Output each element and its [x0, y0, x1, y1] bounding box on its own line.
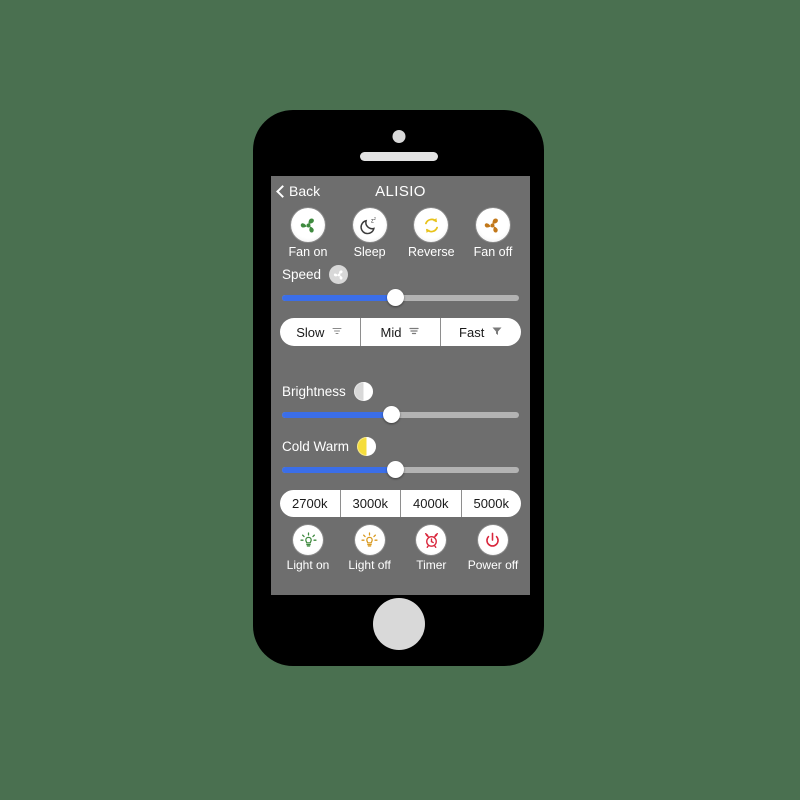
- tornado-medium-icon: [408, 325, 420, 340]
- fan-mode-label: Sleep: [353, 245, 386, 259]
- light-action-row: Light on Light off Timer Power off: [271, 517, 530, 572]
- brightness-label: Brightness: [282, 384, 346, 399]
- bulb-on-icon: [293, 525, 323, 555]
- color-temp-2700k[interactable]: 2700k: [280, 490, 341, 517]
- light-action-light-off[interactable]: Light off: [342, 525, 398, 572]
- fan-icon: [475, 208, 510, 242]
- power-icon: [477, 525, 508, 555]
- cold-warm-label-row: Cold Warm: [271, 437, 530, 456]
- speed-label: Speed: [282, 267, 322, 282]
- earpiece-speaker: [359, 152, 438, 161]
- fan-mode-row: Fan on z z Sleep Reverse Fan off: [271, 206, 530, 259]
- moon-sleep-icon: z z: [352, 208, 387, 242]
- phone-screen: Back ALISIO Fan on z z Sleep Reverse Fan…: [271, 176, 530, 595]
- speed-preset-group: Slow Mid Fast: [280, 318, 521, 346]
- speed-preset-slow[interactable]: Slow: [280, 318, 361, 346]
- light-action-label: Power off: [467, 558, 519, 572]
- light-action-power-off[interactable]: Power off: [465, 525, 521, 572]
- cold-warm-slider[interactable]: [282, 461, 519, 478]
- tornado-solid-icon: [491, 325, 503, 340]
- chevron-left-icon: [276, 184, 289, 198]
- speed-preset-label: Fast: [459, 324, 485, 340]
- color-temp-5000k[interactable]: 5000k: [462, 490, 522, 517]
- color-temp-3000k[interactable]: 3000k: [341, 490, 401, 517]
- half-circle-warm-icon: [357, 437, 377, 456]
- fan-mode-sleep[interactable]: z z Sleep: [342, 208, 398, 259]
- speed-label-row: Speed: [271, 265, 530, 284]
- light-action-light-on[interactable]: Light on: [280, 525, 336, 572]
- fan-mode-fan-off[interactable]: Fan off: [465, 208, 521, 259]
- brightness-label-row: Brightness: [271, 382, 530, 401]
- fan-mode-reverse[interactable]: Reverse: [403, 208, 459, 259]
- brightness-slider[interactable]: [282, 406, 519, 423]
- slider-fill: [282, 295, 396, 301]
- phone-device: Back ALISIO Fan on z z Sleep Reverse Fan…: [253, 110, 544, 666]
- fan-mode-fan-on[interactable]: Fan on: [280, 208, 336, 259]
- alarm-clock-icon: [416, 525, 447, 555]
- slider-thumb[interactable]: [387, 289, 405, 306]
- light-action-label: Timer: [416, 558, 447, 572]
- reverse-arrows-icon: [414, 208, 449, 242]
- speed-preset-mid[interactable]: Mid: [361, 318, 442, 346]
- fan-mode-label: Reverse: [408, 245, 455, 259]
- slider-fill: [282, 467, 396, 473]
- slider-fill: [282, 412, 392, 418]
- speed-slider[interactable]: [282, 289, 519, 306]
- light-action-timer[interactable]: Timer: [403, 525, 459, 572]
- slider-thumb[interactable]: [382, 406, 400, 423]
- speed-preset-fast[interactable]: Fast: [441, 318, 521, 346]
- color-temperature-group: 2700k 3000k 4000k 5000k: [280, 490, 521, 517]
- bulb-off-icon: [354, 525, 385, 555]
- front-camera-icon: [392, 130, 405, 143]
- fan-mode-label: Fan off: [473, 245, 513, 259]
- back-button[interactable]: Back: [276, 183, 321, 199]
- tornado-light-icon: [331, 325, 343, 340]
- fan-icon: [329, 265, 349, 284]
- color-temp-4000k[interactable]: 4000k: [401, 490, 462, 517]
- light-action-label: Light on: [286, 558, 330, 572]
- cold-warm-label: Cold Warm: [282, 439, 350, 454]
- screenshot-canvas: Back ALISIO Fan on z z Sleep Reverse Fan…: [0, 0, 800, 800]
- fan-mode-label: Fan on: [288, 245, 328, 259]
- speed-preset-label: Mid: [380, 324, 402, 340]
- svg-text:z: z: [374, 215, 376, 220]
- home-button[interactable]: [372, 598, 425, 650]
- navigation-bar: Back ALISIO: [271, 176, 530, 206]
- fan-icon: [291, 208, 325, 242]
- half-circle-contrast-icon: [353, 382, 373, 401]
- slider-thumb[interactable]: [387, 461, 405, 478]
- back-button-label: Back: [289, 183, 321, 199]
- speed-preset-label: Slow: [296, 324, 325, 340]
- light-action-label: Light off: [348, 558, 391, 572]
